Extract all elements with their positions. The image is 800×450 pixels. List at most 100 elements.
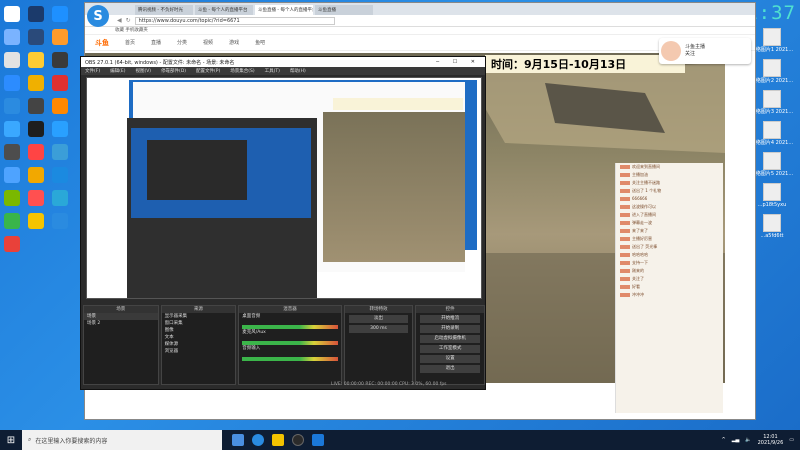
source-item[interactable]: 文本 (162, 334, 236, 341)
browser-tab[interactable]: 斗鱼 - 每个人的直播平台 (195, 5, 253, 15)
taskbar-search[interactable]: ⌕ 在这里输入你要搜索的内容 (22, 430, 222, 450)
desktop-app-icon[interactable] (24, 163, 48, 186)
desktop-app-icon[interactable] (48, 2, 72, 25)
desktop-app-icon[interactable] (24, 2, 48, 25)
site-nav-item[interactable]: 游戏 (229, 39, 239, 46)
site-nav-item[interactable]: 分类 (177, 39, 187, 46)
obs-control-button[interactable]: 退出 (420, 365, 480, 373)
user-badge (620, 237, 630, 241)
desktop-app-icon[interactable] (48, 94, 72, 117)
desktop-app-icon[interactable] (0, 25, 24, 48)
controls-header: 控件 (416, 306, 484, 313)
obs-menu-item[interactable]: 帮助(H) (290, 68, 306, 74)
source-item[interactable]: 窗口采集 (162, 320, 236, 327)
obs-menu-item[interactable]: 文件(F) (85, 68, 100, 74)
obs-menu-item[interactable]: 配置文件(P) (196, 68, 220, 74)
refresh-icon[interactable]: ↻ (126, 17, 131, 24)
obs-control-button[interactable]: 设置 (420, 355, 480, 363)
desktop-app-icon[interactable] (48, 25, 72, 48)
audio-meter[interactable] (242, 357, 338, 361)
desktop-app-icon[interactable] (24, 186, 48, 209)
desktop-app-icon[interactable] (48, 48, 72, 71)
follow-label[interactable]: 关注 (685, 51, 705, 58)
file-explorer-icon[interactable] (272, 434, 284, 446)
obs-menu-item[interactable]: 停靠部件(D) (161, 68, 186, 74)
task-view-icon[interactable] (232, 434, 244, 446)
desktop-app-icon[interactable] (24, 48, 48, 71)
app-icon (52, 189, 68, 206)
desktop-app-icon[interactable] (0, 94, 24, 117)
transition-field[interactable]: 淡出 (348, 315, 409, 323)
source-item[interactable]: 媒体源 (162, 341, 236, 348)
tray-clock[interactable]: 12:01 2021/9/26 (758, 434, 784, 446)
browser-tab[interactable]: 斗鱼直播 (315, 5, 373, 15)
site-nav-item[interactable]: 视频 (203, 39, 213, 46)
desktop-app-icon[interactable] (48, 186, 72, 209)
address-bar[interactable]: https://www.douyu.com/topic/?rid=6671 (134, 16, 335, 25)
obs-control-button[interactable]: 开始录制 (420, 325, 480, 333)
desktop-app-icon[interactable] (24, 25, 48, 48)
edge-icon[interactable] (252, 434, 264, 446)
windows-start-icon[interactable]: ⊞ (0, 430, 22, 450)
desktop-app-icon[interactable] (0, 71, 24, 94)
desktop-app-icon[interactable] (48, 117, 72, 140)
chevron-up-icon[interactable]: ^ (721, 437, 725, 443)
desktop-app-icon[interactable] (48, 140, 72, 163)
desktop-app-icon[interactable] (0, 140, 24, 163)
transition-field[interactable]: 300 ms (348, 325, 409, 333)
obs-window: OBS 27.0.1 (64-bit, windows) - 配置文件: 未命名… (80, 56, 486, 390)
app-icon (28, 51, 44, 68)
site-logo[interactable]: 斗鱼 (95, 38, 109, 48)
chat-text: 666666 (632, 196, 648, 201)
obs-menu-item[interactable]: 编辑(E) (110, 68, 125, 74)
desktop-app-icon[interactable] (24, 94, 48, 117)
source-item[interactable]: 显示器采集 (162, 313, 236, 320)
obs-control-button[interactable]: 开始推流 (420, 315, 480, 323)
streamer-card[interactable]: 斗鱼主播 关注 (659, 38, 751, 64)
site-nav-item[interactable]: 鱼吧 (255, 39, 265, 46)
notification-icon[interactable]: ▭ (789, 437, 794, 443)
app-icon (28, 97, 44, 114)
obs-menu-item[interactable]: 场景集合(S) (230, 68, 254, 74)
desktop-app-icon[interactable] (48, 71, 72, 94)
obs-control-button[interactable]: 工作室模式 (420, 345, 480, 353)
file-label: 网络图片3 2021... (750, 109, 794, 115)
desktop-app-icon[interactable] (48, 163, 72, 186)
desktop-app-icon[interactable] (0, 209, 24, 232)
back-icon[interactable]: ◀ (117, 17, 122, 24)
obs-menu-item[interactable]: 视图(V) (135, 68, 151, 74)
source-item[interactable]: 图像 (162, 327, 236, 334)
browser-tab[interactable]: 腾讯视频 - 不负好时光 (135, 5, 193, 15)
desktop-app-icon[interactable] (24, 71, 48, 94)
window-controls[interactable]: ─ ☐ ✕ (436, 59, 485, 65)
volume-icon[interactable]: 🔈 (745, 437, 751, 443)
obs-menu-item[interactable]: 工具(T) (265, 68, 280, 74)
app-icon (4, 120, 20, 137)
desktop-app-icon[interactable] (0, 186, 24, 209)
desktop-app-icon[interactable] (0, 48, 24, 71)
obs-taskbar-icon[interactable] (292, 434, 304, 446)
user-badge (620, 165, 630, 169)
desktop-app-icon[interactable] (24, 209, 48, 232)
event-banner: 时间：9月15日-10月13日 (485, 55, 685, 73)
scene-item[interactable]: 场景 (84, 313, 158, 320)
app-icon (28, 74, 44, 91)
desktop-app-icon[interactable] (0, 117, 24, 140)
desktop-app-icon[interactable] (0, 2, 24, 25)
desktop-app-icon[interactable] (48, 209, 72, 232)
obs-control-button[interactable]: 启动虚拟摄像机 (420, 335, 480, 343)
browser-logo-icon[interactable]: S (87, 5, 109, 27)
desktop-app-icon[interactable] (24, 117, 48, 140)
obs-preview[interactable] (86, 77, 482, 299)
scene-item[interactable]: 场景 2 (84, 320, 158, 327)
site-nav-item[interactable]: 直播 (151, 39, 161, 46)
site-nav-item[interactable]: 首页 (125, 39, 135, 46)
desktop-app-icon[interactable] (0, 232, 24, 255)
browser-taskbar-icon[interactable] (312, 434, 324, 446)
network-icon[interactable]: ▂▄ (732, 437, 740, 443)
file-thumbnail (763, 121, 781, 139)
desktop-app-icon[interactable] (0, 163, 24, 186)
desktop-app-icon[interactable] (24, 140, 48, 163)
browser-tab[interactable]: 斗鱼直播 - 每个人的直播平台 (255, 5, 313, 15)
source-item[interactable]: 浏览器 (162, 348, 236, 355)
